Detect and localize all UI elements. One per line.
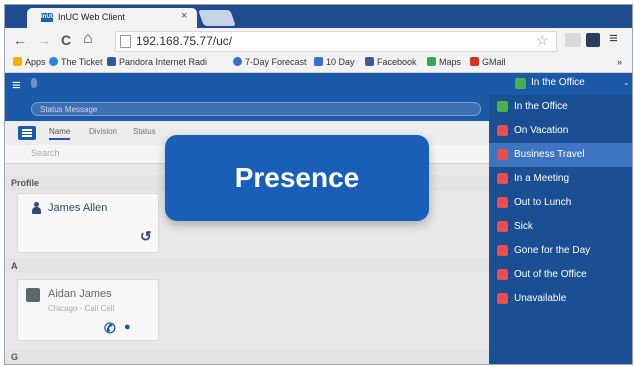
call-icon[interactable]: ✆: [104, 320, 116, 337]
hamburger-menu-icon[interactable]: ≡: [12, 77, 21, 94]
tab-status[interactable]: Status: [133, 127, 156, 136]
contact-card[interactable]: Aidan James Chicago - Call Cell ✆ ●: [17, 279, 159, 341]
profile-name: James Allen: [48, 202, 108, 214]
presence-option-out-to-lunch[interactable]: Out to Lunch: [489, 191, 632, 215]
presence-option-label: Unavailable: [514, 293, 567, 304]
bookmark-maps[interactable]: Maps: [427, 57, 461, 67]
profile-card[interactable]: James Allen ↺: [17, 193, 159, 253]
list-view-icon[interactable]: [18, 126, 36, 140]
presence-callout-text: Presence: [234, 162, 360, 193]
vacation-icon: [497, 125, 508, 136]
section-header-a: A: [5, 259, 496, 273]
tab-name[interactable]: Name: [49, 127, 71, 140]
browser-toolbar: ← → C ⌂ 192.168.75.77/uc/ ☆ ≡: [5, 28, 632, 54]
chevron-down-icon: ⌄: [623, 78, 630, 87]
extension-icon[interactable]: [565, 33, 581, 47]
office-icon: [497, 101, 508, 112]
presence-option-on-vacation[interactable]: On Vacation: [489, 119, 632, 143]
bookmark-7-day-forecast[interactable]: 7-Day Forecast: [233, 57, 307, 67]
presence-option-label: On Vacation: [514, 125, 569, 136]
ticket-icon: [49, 57, 58, 66]
presence-option-label: In the Office: [514, 101, 568, 112]
tab-division[interactable]: Division: [89, 127, 117, 136]
contact-detail: Chicago - Call Cell: [48, 304, 115, 313]
browser-tab[interactable]: InUC InUC Web Client ×: [27, 8, 197, 28]
bookmark-10-day[interactable]: 10 Day: [314, 57, 355, 67]
new-tab-button[interactable]: [198, 10, 236, 26]
presence-option-label: In a Meeting: [514, 173, 570, 184]
back-icon[interactable]: ←: [13, 32, 27, 48]
search-placeholder: Search: [31, 148, 60, 158]
status-message-input[interactable]: Status Message: [31, 102, 481, 116]
sick-icon: [497, 221, 508, 232]
user-icon: [31, 78, 37, 88]
airplane-icon: [26, 288, 40, 302]
bookmark-gmail[interactable]: GMail: [470, 57, 506, 67]
gone-icon: [497, 245, 508, 256]
bookmarks-more-icon[interactable]: »: [617, 57, 622, 67]
unavailable-icon: [497, 293, 508, 304]
apps-grid-icon: [13, 57, 22, 66]
app-logo-icon: InUC: [41, 13, 55, 22]
tab-title: InUC Web Client: [58, 12, 125, 22]
calendar-icon: [314, 57, 323, 66]
presence-status-button[interactable]: In the Office ⌄: [515, 75, 632, 93]
contact-name: Aidan James: [48, 288, 112, 300]
lunch-icon: [497, 197, 508, 208]
address-bar[interactable]: 192.168.75.77/uc/ ☆: [115, 31, 557, 52]
presence-status-label: In the Office: [531, 77, 585, 88]
tab-close-icon[interactable]: ×: [181, 10, 187, 22]
home-icon[interactable]: ⌂: [83, 30, 93, 48]
airplane-icon: [497, 149, 508, 160]
presence-option-label: Sick: [514, 221, 533, 232]
bookmark-apps[interactable]: Apps: [13, 57, 46, 67]
weather-icon: [233, 57, 242, 66]
facebook-icon: [365, 57, 374, 66]
office-icon: [515, 78, 526, 89]
presence-option-out-of-the-office[interactable]: Out of the Office: [489, 263, 632, 287]
presence-option-in-the-office[interactable]: In the Office: [489, 95, 632, 119]
chrome-menu-icon[interactable]: ≡: [609, 30, 618, 47]
browser-window: InUC InUC Web Client × ← → C ⌂ 192.168.7…: [4, 4, 633, 365]
presence-option-sick[interactable]: Sick: [489, 215, 632, 239]
bookmark-star-icon[interactable]: ☆: [536, 32, 549, 49]
tab-strip: InUC InUC Web Client ×: [5, 5, 632, 28]
presence-callout: Presence: [165, 135, 429, 221]
presence-option-unavailable[interactable]: Unavailable: [489, 287, 632, 311]
presence-option-label: Business Travel: [514, 149, 585, 160]
reload-icon[interactable]: C: [61, 32, 71, 48]
bookmark-pandora[interactable]: Pandora Internet Radi: [107, 57, 207, 67]
bookmark-facebook[interactable]: Facebook: [365, 57, 417, 67]
person-body-icon: [32, 207, 41, 214]
pandora-icon: [107, 57, 116, 66]
presence-option-gone-for-the-day[interactable]: Gone for the Day: [489, 239, 632, 263]
maps-icon: [427, 57, 436, 66]
presence-option-business-travel[interactable]: Business Travel: [489, 143, 632, 167]
bookmark-the-ticket[interactable]: The Ticket: [49, 57, 103, 67]
forward-icon[interactable]: →: [37, 32, 51, 48]
presence-dropdown-menu: In the Office On Vacation Business Trave…: [489, 95, 632, 364]
presence-option-label: Gone for the Day: [514, 245, 591, 256]
url-text: 192.168.75.77/uc/: [136, 34, 233, 48]
out-of-office-icon: [497, 269, 508, 280]
gmail-icon: [470, 57, 479, 66]
presence-option-in-a-meeting[interactable]: In a Meeting: [489, 167, 632, 191]
page-icon: [120, 35, 131, 48]
history-icon[interactable]: ↺: [140, 228, 152, 245]
section-header-g: G: [5, 350, 496, 364]
presence-option-label: Out of the Office: [514, 269, 587, 280]
extension-icon[interactable]: [586, 33, 600, 47]
meeting-icon: [497, 173, 508, 184]
chat-icon[interactable]: ●: [124, 321, 131, 333]
presence-option-label: Out to Lunch: [514, 197, 572, 208]
bookmarks-bar: Apps The Ticket Pandora Internet Radi 7-…: [5, 54, 632, 73]
